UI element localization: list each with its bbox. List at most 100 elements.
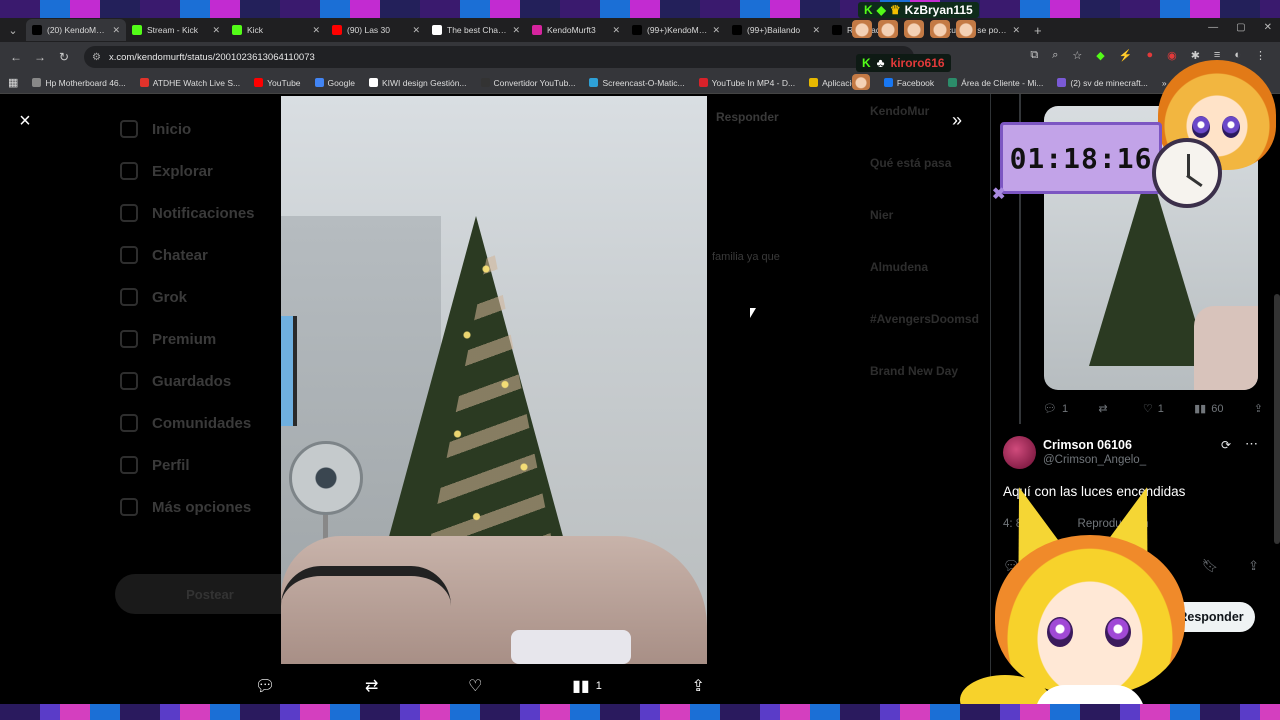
tab-label: (99+)KendoMurft [647, 25, 708, 35]
extension-two-icon[interactable]: ● [1146, 49, 1153, 62]
browser-tab[interactable]: (20) KendoMurft ✕ [26, 19, 126, 41]
views-metric[interactable]: ▮▮ 60 [1194, 402, 1223, 416]
more-options-icon[interactable]: ⋯ [1245, 436, 1258, 452]
background-nav-item: Chatear [120, 234, 280, 276]
openai-icon [432, 25, 442, 35]
url-text[interactable]: x.com/kendomurft/status/2001023613064110… [109, 52, 315, 63]
kick-icon [232, 25, 242, 35]
tab-label: KendoMurft3 [547, 25, 596, 35]
views-chart-icon: ▮▮ [572, 678, 590, 695]
background-nav-item: Explorar [120, 150, 280, 192]
tab-close-icon[interactable]: ✕ [112, 25, 120, 36]
nav-label: Más opciones [152, 498, 252, 516]
nav-label: Premium [152, 330, 217, 348]
browser-tab[interactable]: Stream - Kick ✕ [126, 19, 226, 41]
bookmark-favicon-icon [480, 78, 490, 87]
bookmark-favicon-icon [589, 78, 599, 87]
tab-close-icon[interactable]: ✕ [312, 25, 320, 36]
tab-close-icon[interactable]: ✕ [512, 25, 520, 36]
reply-handle[interactable]: @Crimson_Angelo_ [1043, 454, 1146, 466]
cat-emote-icon [852, 74, 870, 90]
bookmark-item[interactable]: Screencast-O-Matic... [589, 78, 685, 88]
zoom-icon[interactable]: ⌕ [1052, 49, 1058, 62]
bookmark-item[interactable]: (2) sv de minecraft... [1057, 78, 1148, 88]
nav-icon [120, 330, 138, 348]
share-icon[interactable]: ⇪ [692, 676, 705, 696]
maximize-icon[interactable]: ▢ [1236, 22, 1245, 33]
reply-metric[interactable]: 💬︎ 1 [1043, 402, 1068, 416]
retweet-icon[interactable]: ⇄ [365, 676, 378, 696]
browser-tab[interactable]: Kick ✕ [226, 19, 326, 41]
scrollbar[interactable] [1274, 294, 1280, 544]
cat-emote-icon [852, 20, 872, 38]
nav-label: Guardados [152, 372, 232, 390]
background-trend-item: KendoMur [870, 104, 930, 118]
cat-emote-icon [930, 20, 950, 38]
new-tab-plus-icon[interactable]: + [1034, 23, 1042, 38]
bookmark-item[interactable]: ATDHE Watch Live S... [139, 78, 240, 88]
tweet-photo[interactable] [281, 96, 707, 664]
collapse-panel-icon[interactable]: » [952, 110, 962, 131]
tab-close-icon[interactable]: ✕ [412, 25, 420, 36]
views-chart-icon: ▮▮ [1194, 403, 1207, 415]
browser-tab[interactable]: The best Chatbot ✕ [426, 19, 526, 41]
avatar[interactable] [1003, 436, 1036, 469]
nav-icon [120, 372, 138, 390]
browser-tab[interactable]: (99+)KendoMurft ✕ [626, 19, 726, 41]
extension-kick-icon[interactable]: ◆ [1096, 49, 1104, 62]
gem-icon: ◆ [876, 3, 886, 17]
bookmark-item[interactable]: Hp Motherboard 46... [32, 78, 126, 88]
bookmark-favicon-icon [139, 78, 149, 87]
bookmark-item[interactable]: Facebook [883, 78, 934, 88]
close-media-icon[interactable]: × [14, 110, 36, 132]
grok-icon[interactable]: ⟳ [1221, 438, 1231, 452]
stream-border-top [0, 0, 1280, 18]
site-info-icon[interactable]: ⚙ [92, 52, 101, 63]
bookmark-item[interactable]: YouTube [254, 77, 301, 88]
reply-icon[interactable]: 💬︎ [255, 676, 275, 696]
tab-close-icon[interactable]: ✕ [612, 25, 620, 36]
browser-tab[interactable]: (90) Las 30 ✕ [326, 19, 426, 41]
tab-close-icon[interactable]: ✕ [812, 25, 820, 36]
heart-icon[interactable]: ♡ [468, 676, 482, 696]
browser-tab[interactable]: (99+)Bailando ✕ [726, 19, 826, 41]
bookmark-favicon-icon [698, 78, 708, 87]
mascot-eye [1222, 116, 1240, 138]
minimize-icon[interactable]: — [1208, 22, 1218, 33]
extension-one-icon[interactable]: ⚡ [1119, 49, 1133, 62]
back-arrow-icon[interactable]: ← [4, 50, 28, 64]
bookmark-label: YouTube [267, 77, 301, 88]
like-metric[interactable]: ♡ 1 [1143, 402, 1164, 416]
browser-tab-bar: ⌄ (20) KendoMurft ✕ Stream - Kick ✕ Kick ✕ (90… [0, 18, 1280, 42]
bookmark-item[interactable]: KIWI design Gestión... [368, 78, 467, 88]
install-app-icon[interactable]: ⧉ [1030, 49, 1038, 62]
browser-tab[interactable]: KendoMurft3 ✕ [526, 19, 626, 41]
apps-grid-icon[interactable]: ▦ [8, 76, 18, 89]
tree-lights [391, 236, 581, 566]
tab-close-icon[interactable]: ✕ [1012, 25, 1020, 36]
bookmark-item[interactable]: Google [314, 78, 355, 88]
tab-label: Stream - Kick [147, 25, 199, 35]
reload-icon[interactable]: ↻ [52, 50, 76, 64]
tab-search-chevron-icon[interactable]: ⌄ [0, 18, 26, 42]
tab-close-icon[interactable]: ✕ [712, 25, 720, 36]
nav-icon [120, 288, 138, 306]
views-count: 1 [595, 680, 602, 692]
forward-arrow-icon[interactable]: → [28, 50, 52, 64]
bookmark-item[interactable]: YouTube In MP4 - D... [698, 78, 795, 88]
omnibox[interactable]: ⚙ x.com/kendomurft/status/20010236130641… [84, 46, 914, 68]
bookmark-star-icon[interactable]: ☆ [1072, 49, 1082, 62]
retweet-metric[interactable]: ⇄ [1098, 402, 1112, 415]
reply-username[interactable]: Crimson 06106 [1043, 438, 1132, 452]
bookmark-item[interactable]: Área de Cliente - Mi... [948, 78, 1043, 88]
share-icon[interactable]: ⇪ [1248, 558, 1259, 574]
tab-close-icon[interactable]: ✕ [212, 25, 220, 36]
background-sidebar-nav: Inicio Explorar Notificaciones Chatear Grok P… [120, 108, 280, 528]
bookmark-icon[interactable]: 🔖︎ [1202, 558, 1219, 574]
close-window-icon[interactable]: ✕ [1264, 22, 1272, 33]
share-metric[interactable]: ⇪ [1254, 402, 1263, 415]
photo-window [281, 316, 297, 426]
bookmark-item[interactable]: Convertidor YouTub... [480, 78, 575, 88]
views-button[interactable]: ▮▮ 1 [572, 676, 602, 696]
nav-label: Perfil [152, 456, 190, 474]
